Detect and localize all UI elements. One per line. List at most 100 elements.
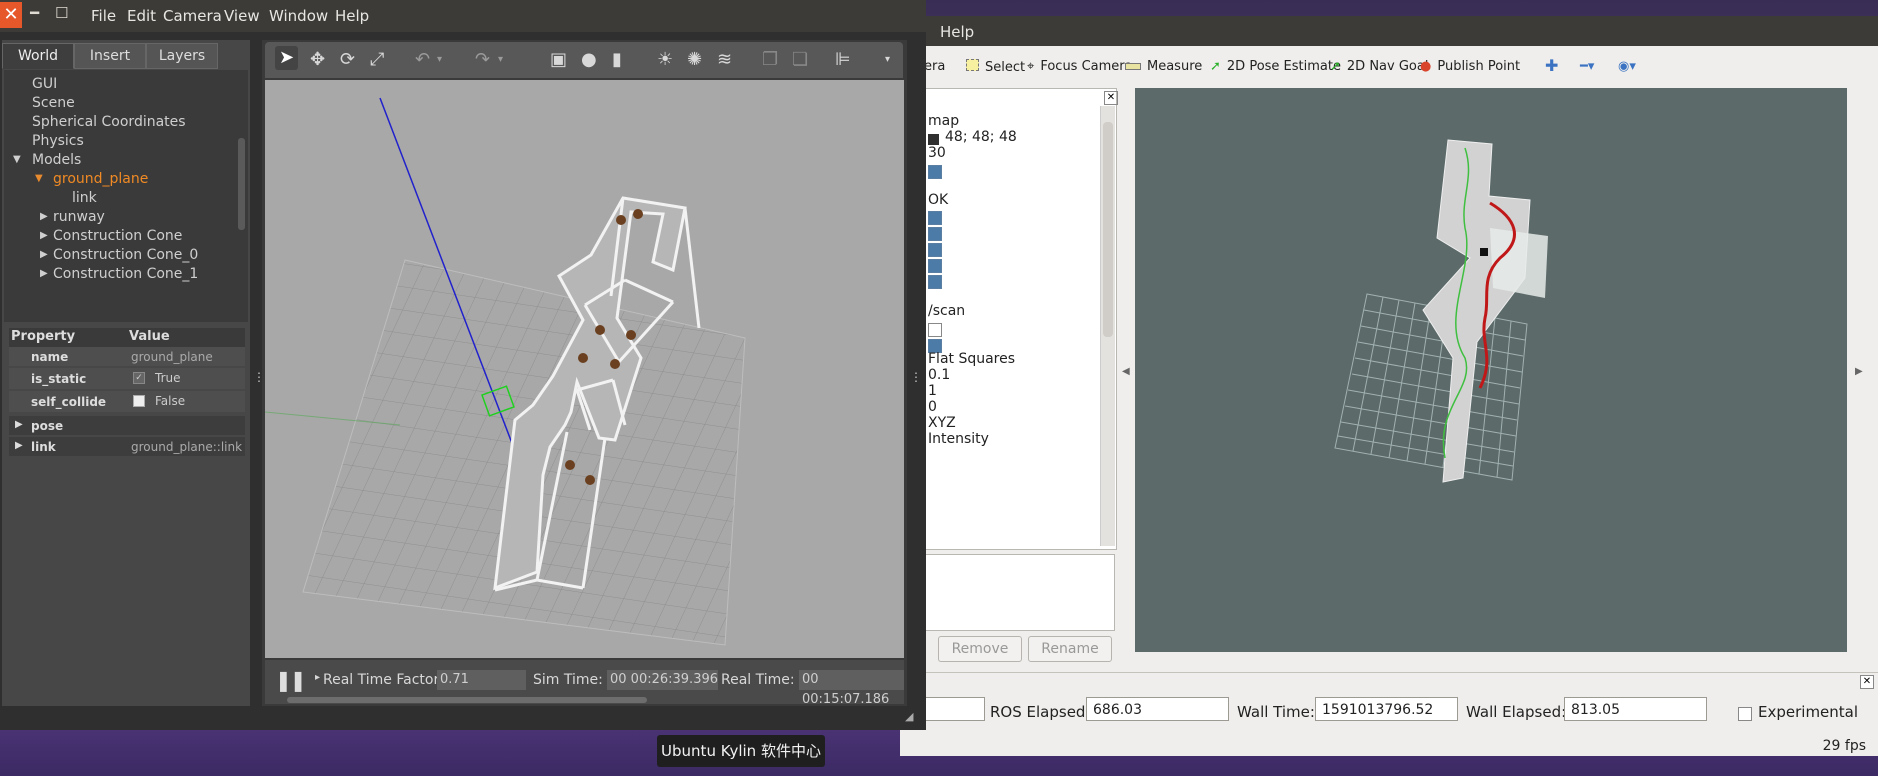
camera-tool-button[interactable]: era <box>924 59 945 74</box>
size-value[interactable]: 0.1 <box>928 367 950 383</box>
select-tool-button[interactable]: Select <box>966 59 1025 75</box>
add-tool-icon[interactable]: ✚ <box>1545 56 1558 75</box>
focus-camera-button[interactable]: ⌖ Focus Camera <box>1027 59 1133 74</box>
minimize-icon[interactable]: ━ <box>30 4 39 22</box>
map-topic-value[interactable]: map <box>928 113 959 129</box>
menu-window[interactable]: Window <box>269 7 328 25</box>
box-shape-icon[interactable]: ▣ <box>550 50 567 70</box>
horizontal-scrollbar[interactable] <box>287 697 647 703</box>
checkbox-unchecked[interactable] <box>928 323 942 337</box>
color-swatch[interactable] <box>928 134 939 145</box>
tree-item-physics[interactable]: Physics <box>32 133 84 149</box>
tab-layers[interactable]: Layers <box>146 43 218 69</box>
eye-icon[interactable]: ◉▾ <box>1618 59 1636 74</box>
rviz-menu-help[interactable]: Help <box>940 23 974 41</box>
scan-topic-value[interactable]: /scan <box>928 303 965 319</box>
expand-arrow-icon[interactable]: ▼ <box>13 154 21 165</box>
collapse-right-icon[interactable]: ▶ <box>1855 366 1863 377</box>
wall-time-field[interactable]: 1591013796.52 <box>1315 697 1458 721</box>
menu-edit[interactable]: Edit <box>127 7 156 25</box>
property-row-is-static[interactable]: is_static ✓ True <box>9 368 245 389</box>
nav-goal-button[interactable]: ➚ 2D Nav Goal <box>1330 59 1428 74</box>
scrollbar-thumb[interactable] <box>1103 122 1113 337</box>
undo-icon[interactable]: ↶ <box>415 50 430 70</box>
copy-icon[interactable]: ❐ <box>762 50 778 70</box>
property-row-name[interactable]: name ground_plane <box>9 347 245 366</box>
spot-light-icon[interactable]: ≋ <box>717 50 732 70</box>
property-row-link[interactable]: ▶ link ground_plane::link <box>9 437 245 456</box>
queue-value[interactable]: 0 <box>928 399 937 415</box>
sphere-shape-icon[interactable]: ● <box>581 50 597 70</box>
tree-item-gui[interactable]: GUI <box>32 76 57 92</box>
checkbox-checked[interactable] <box>928 211 942 225</box>
map-color-value[interactable]: 48; 48; 48 <box>945 129 1017 145</box>
sun-light-icon[interactable]: ☀ <box>657 50 673 70</box>
menu-help[interactable]: Help <box>335 7 369 25</box>
tree-item-runway[interactable]: runway <box>53 209 105 225</box>
redo-icon[interactable]: ↷ <box>475 50 490 70</box>
tab-world[interactable]: World <box>2 43 74 69</box>
checkbox-checked[interactable] <box>928 275 942 289</box>
rviz-3d-viewport[interactable] <box>1135 88 1847 652</box>
translate-icon[interactable]: ✥ <box>310 50 325 70</box>
property-row-self-collide[interactable]: self_collide False <box>9 391 245 412</box>
style-value[interactable]: Flat Squares <box>928 351 1015 367</box>
color-transformer-value[interactable]: Intensity <box>928 431 989 447</box>
collapsed-arrow-icon[interactable]: ▶ <box>15 419 23 430</box>
splitter-handle-icon[interactable]: ⋮ <box>910 370 922 384</box>
cylinder-shape-icon[interactable]: ▮ <box>612 50 622 70</box>
menu-file[interactable]: File <box>91 7 116 25</box>
paste-icon[interactable]: ❏ <box>792 50 808 70</box>
tree-item-models[interactable]: Models <box>32 152 81 168</box>
tree-item-link[interactable]: link <box>72 190 97 206</box>
rotate-icon[interactable]: ⟳ <box>340 50 355 70</box>
chevron-down-icon[interactable]: ▾ <box>885 50 890 70</box>
tree-item-construction-cone-0[interactable]: Construction Cone_0 <box>53 247 198 263</box>
tree-item-spherical-coordinates[interactable]: Spherical Coordinates <box>32 114 186 130</box>
checkbox-checked[interactable] <box>928 165 942 179</box>
tree-item-construction-cone[interactable]: Construction Cone <box>53 228 182 244</box>
close-panel-icon[interactable]: ✕ <box>1104 91 1118 105</box>
chevron-down-icon[interactable]: ▾ <box>498 50 503 70</box>
collapse-left-icon[interactable]: ◀ <box>1122 366 1130 377</box>
menu-view[interactable]: View <box>224 7 260 25</box>
menu-camera[interactable]: Camera <box>163 7 222 25</box>
collapsed-arrow-icon[interactable]: ▶ <box>40 268 48 279</box>
scale-icon[interactable]: ⤢ <box>370 50 384 70</box>
collide-checkbox[interactable] <box>133 395 145 407</box>
pose-estimate-button[interactable]: ➚ 2D Pose Estimate <box>1210 59 1341 74</box>
tree-item-ground-plane[interactable]: ground_plane <box>53 171 148 187</box>
tree-scrollbar[interactable] <box>238 138 245 230</box>
tree-item-scene[interactable]: Scene <box>32 95 75 111</box>
checkbox-checked[interactable] <box>928 227 942 241</box>
pause-icon[interactable]: ❚❚ <box>275 668 306 692</box>
select-arrow-icon[interactable]: ➤ <box>275 46 299 70</box>
remove-button[interactable]: Remove <box>938 636 1022 662</box>
experimental-checkbox[interactable] <box>1738 707 1752 721</box>
chevron-down-icon[interactable]: ▾ <box>437 50 442 70</box>
ros-elapsed-field[interactable]: 686.03 <box>1086 697 1229 721</box>
close-window-icon[interactable]: ✕ <box>0 2 22 28</box>
measure-button[interactable]: Measure <box>1125 59 1202 74</box>
wall-elapsed-field[interactable]: 813.05 <box>1564 697 1707 721</box>
collapsed-arrow-icon[interactable]: ▶ <box>40 211 48 222</box>
maximize-icon[interactable]: ☐ <box>55 4 68 22</box>
rename-button[interactable]: Rename <box>1028 636 1112 662</box>
checkbox-checked[interactable] <box>928 243 942 257</box>
tab-insert[interactable]: Insert <box>74 43 146 69</box>
close-time-panel-icon[interactable]: ✕ <box>1860 675 1874 689</box>
gazebo-3d-scene[interactable] <box>264 80 904 658</box>
collapsed-arrow-icon[interactable]: ▶ <box>40 230 48 241</box>
position-transformer-value[interactable]: XYZ <box>928 415 956 431</box>
map-alpha-value[interactable]: 30 <box>928 145 946 161</box>
displays-scrollbar[interactable] <box>1100 106 1115 546</box>
remove-tool-icon[interactable]: ━▾ <box>1580 59 1594 74</box>
align-icon[interactable]: ⊫ <box>835 50 851 70</box>
resize-grip-icon[interactable]: ◢ <box>905 710 913 723</box>
point-light-icon[interactable]: ✺ <box>687 50 702 70</box>
static-checkbox[interactable]: ✓ <box>133 372 145 384</box>
collapsed-arrow-icon[interactable]: ▶ <box>40 249 48 260</box>
property-row-pose[interactable]: ▶ pose <box>9 416 245 435</box>
checkbox-checked[interactable] <box>928 259 942 273</box>
decay-value[interactable]: 1 <box>928 383 937 399</box>
